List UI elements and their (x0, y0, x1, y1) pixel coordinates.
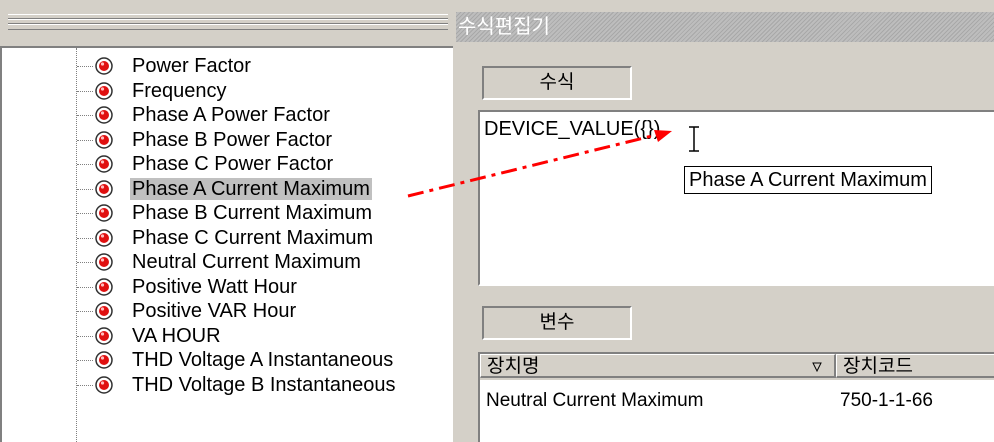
text-cursor-icon (689, 126, 699, 152)
panel-grip[interactable] (8, 14, 448, 30)
tree-view[interactable]: Power Factor Frequency Phase A Power Facto… (0, 46, 453, 442)
red-bullet-icon (95, 302, 113, 320)
variable-table-header: 장치명 장치코드 (480, 354, 994, 380)
formula-text: DEVICE_VALUE({}) (484, 118, 661, 140)
red-bullet-icon (95, 375, 113, 394)
red-bullet-icon (95, 179, 113, 198)
sort-desc-icon (812, 362, 822, 372)
table-row[interactable]: Neutral Current Maximum 750-1-1-66 (480, 384, 994, 420)
tree-connector (77, 384, 93, 386)
tree-item-label: Positive Watt Hour (132, 275, 297, 298)
tree-connector (77, 237, 93, 239)
tree-item[interactable]: Positive Watt Hour (2, 275, 452, 300)
tree-connector (77, 164, 93, 165)
tree-item-label: Frequency (132, 79, 227, 102)
tree-list: Power Factor Frequency Phase A Power Facto… (2, 54, 452, 397)
red-bullet-icon (95, 277, 113, 296)
tree-item[interactable]: THD Voltage B Instantaneous (2, 373, 452, 398)
red-bullet-icon (95, 351, 113, 369)
editor-title-bar: 수식편집기 (456, 12, 994, 42)
tree-connector (77, 311, 93, 312)
red-bullet-icon (95, 130, 113, 149)
tree-connector (77, 188, 93, 190)
variable-section-button[interactable]: 변수 (482, 306, 632, 340)
tree-item[interactable]: Power Factor (2, 54, 452, 79)
formula-editor-panel: 수식편집기 수식 DEVICE_VALUE({}) Phase A Curren… (456, 0, 994, 442)
formula-section-button[interactable]: 수식 (482, 66, 632, 100)
column-device-name[interactable]: 장치명 (480, 354, 836, 378)
red-bullet-icon (95, 81, 113, 100)
formula-input[interactable]: DEVICE_VALUE({}) Phase A Current Maximum (478, 110, 994, 286)
tree-item-label: VA HOUR (132, 324, 221, 347)
tree-item[interactable]: Phase A Current Maximum (2, 177, 452, 202)
tree-connector (77, 262, 93, 263)
device-tree-panel: Power Factor Frequency Phase A Power Facto… (0, 0, 453, 442)
tree-item[interactable]: Phase C Power Factor (2, 152, 452, 177)
tree-item-label: THD Voltage B Instantaneous (132, 373, 396, 396)
tree-item-label: Phase C Power Factor (132, 153, 334, 175)
tree-panel-header (0, 0, 453, 46)
tree-item-label: Phase C Current Maximum (132, 226, 374, 249)
red-bullet-icon (95, 228, 113, 247)
tree-item-label: Phase B Current Maximum (132, 202, 373, 224)
tree-connector (77, 335, 93, 337)
tree-connector (77, 286, 93, 288)
red-bullet-icon (95, 155, 113, 173)
tree-item-label: THD Voltage A Instantaneous (132, 349, 394, 371)
variable-table: 장치명 장치코드 Neutral Current Maximum 750-1-1… (478, 352, 994, 442)
tree-item[interactable]: Phase B Current Maximum (2, 201, 452, 226)
tree-item[interactable]: Frequency (2, 79, 452, 104)
tree-item-label: Phase A Power Factor (132, 104, 330, 126)
red-bullet-icon (95, 253, 113, 271)
tree-connector (77, 213, 93, 214)
cell-device-code: 750-1-1-66 (840, 390, 933, 411)
column-device-code[interactable]: 장치코드 (836, 354, 994, 378)
red-bullet-icon (95, 106, 113, 124)
red-bullet-icon (95, 326, 113, 345)
tree-connector (77, 360, 93, 361)
tree-item[interactable]: THD Voltage A Instantaneous (2, 348, 452, 373)
editor-title: 수식편집기 (458, 16, 550, 38)
tree-item[interactable]: Phase A Power Factor (2, 103, 452, 128)
tree-item-label: Positive VAR Hour (132, 300, 297, 322)
tree-item[interactable]: VA HOUR (2, 324, 452, 349)
tree-connector (77, 90, 93, 92)
red-bullet-icon (95, 57, 113, 75)
tree-item[interactable]: Positive VAR Hour (2, 299, 452, 324)
red-bullet-icon (95, 204, 113, 222)
tree-item-label: Neutral Current Maximum (132, 251, 361, 273)
tree-connector (77, 115, 93, 116)
tree-item-label: Phase B Power Factor (132, 128, 333, 151)
tree-connector (77, 66, 93, 67)
tree-item[interactable]: Phase B Power Factor (2, 128, 452, 153)
tree-item-label: Power Factor (132, 55, 251, 77)
column-device-code-label: 장치코드 (843, 356, 913, 377)
drop-tooltip: Phase A Current Maximum (684, 166, 932, 194)
tree-item-label: Phase A Current Maximum (130, 177, 372, 200)
column-device-name-label: 장치명 (487, 356, 540, 377)
tree-item[interactable]: Phase C Current Maximum (2, 226, 452, 251)
tree-item[interactable]: Neutral Current Maximum (2, 250, 452, 275)
cell-device-name: Neutral Current Maximum (486, 390, 704, 411)
tree-connector (77, 139, 93, 141)
